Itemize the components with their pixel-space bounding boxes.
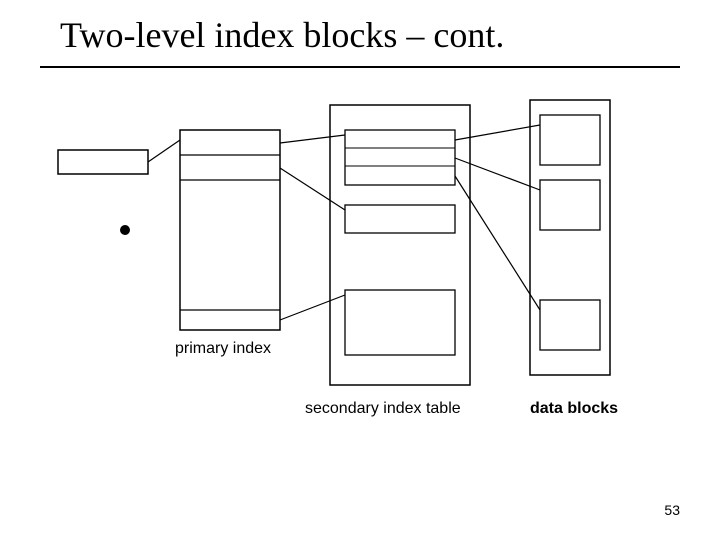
secondary-block-2 xyxy=(345,205,455,233)
data-blocks-label: data blocks xyxy=(530,400,618,418)
slide: Two-level index blocks – cont. xyxy=(0,0,720,540)
page-number: 53 xyxy=(664,502,680,518)
primary-index-outline xyxy=(180,130,280,330)
secondary-block-1 xyxy=(345,130,455,185)
secondary-index-label: secondary index table xyxy=(305,400,461,418)
diagram-svg xyxy=(0,0,720,540)
bullet-dot xyxy=(120,225,130,235)
primary-index-label: primary index xyxy=(175,340,271,358)
data-block-2 xyxy=(540,180,600,230)
data-block-3 xyxy=(540,300,600,350)
data-block-1 xyxy=(540,115,600,165)
connector-file-primary xyxy=(148,140,180,162)
file-box xyxy=(58,150,148,174)
secondary-block-3 xyxy=(345,290,455,355)
